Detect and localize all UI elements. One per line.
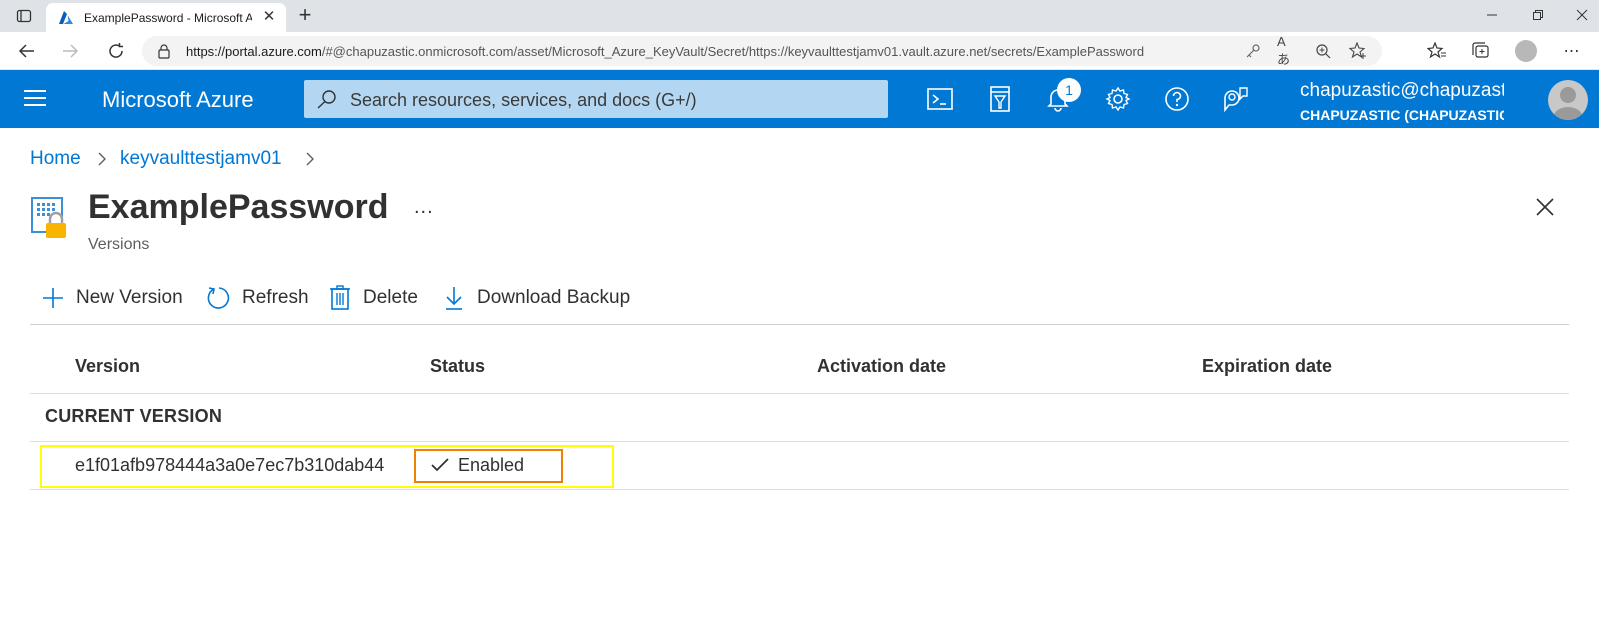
header-divider [30, 393, 1569, 394]
status-badge: Enabled [458, 455, 525, 475]
download-icon [441, 285, 467, 311]
azure-logo-icon [58, 10, 74, 26]
download-backup-button[interactable]: Download Backup [441, 284, 630, 312]
favorites-icon[interactable] [1426, 40, 1448, 62]
lock-icon[interactable] [156, 43, 172, 59]
tab-title: ExamplePassword - Microsoft Azure [84, 11, 252, 25]
breadcrumb-keyvault-link[interactable]: keyvaulttestjamv01 [120, 148, 282, 170]
refresh-button[interactable]: Refresh [206, 284, 309, 312]
read-aloud-icon[interactable]: Aあ [1277, 34, 1295, 67]
delete-button[interactable]: Delete [327, 284, 418, 312]
settings-gear-icon[interactable] [1103, 84, 1133, 114]
add-favorite-icon[interactable] [1349, 42, 1367, 60]
account-user-name[interactable]: chapuzastic@chapuzastic.onmicrosoft.com [1300, 80, 1504, 102]
download-backup-label: Download Backup [477, 287, 631, 308]
group-label-current-version: CURRENT VERSION [45, 406, 223, 426]
url-path: /#@chapuzastic.onmicrosoft.com/asset/Mic… [321, 44, 1145, 59]
command-bar-divider [30, 324, 1569, 325]
collections-icon[interactable] [1470, 40, 1492, 62]
column-header-status[interactable]: Status [430, 356, 485, 377]
chevron-right-icon [96, 150, 108, 168]
url-host: https://portal.azure.com [186, 44, 322, 59]
avatar[interactable] [1548, 80, 1588, 120]
restore-icon[interactable] [1523, 3, 1553, 27]
browser-tab-bar: ExamplePassword - Microsoft Azure ✕ + [0, 0, 1599, 32]
notification-count-badge: 1 [1057, 78, 1081, 102]
close-icon[interactable] [1534, 196, 1556, 218]
back-icon[interactable] [16, 40, 38, 62]
close-tab-icon[interactable]: ✕ [260, 8, 278, 26]
url-text: https://portal.azure.com/#@chapuzastic.o… [186, 44, 1144, 59]
column-header-activation-date[interactable]: Activation date [817, 356, 946, 377]
tab-actions-icon[interactable] [14, 6, 34, 26]
chevron-right-icon [304, 150, 316, 168]
brand-name[interactable]: Microsoft Azure [102, 87, 254, 113]
breadcrumb-home-link[interactable]: Home [30, 148, 81, 170]
key-vault-secret-icon [30, 196, 72, 242]
column-header-version[interactable]: Version [75, 356, 140, 377]
refresh-icon[interactable] [105, 40, 127, 62]
plus-icon [40, 285, 66, 311]
delete-label: Delete [363, 287, 418, 308]
profile-icon[interactable] [1515, 40, 1537, 62]
browser-tab-active[interactable]: ExamplePassword - Microsoft Azure ✕ [46, 3, 286, 32]
refresh-icon [206, 285, 232, 311]
url-input[interactable]: https://portal.azure.com/#@chapuzastic.o… [142, 34, 1382, 67]
row-divider [30, 489, 1569, 490]
version-id-link[interactable]: e1f01afb978444a3a0e7ec7b310dab44 [75, 455, 384, 476]
close-window-icon[interactable] [1567, 3, 1597, 27]
directory-filter-icon[interactable] [985, 84, 1015, 114]
forward-icon[interactable] [59, 40, 81, 62]
new-version-label: New Version [76, 287, 183, 308]
new-version-button[interactable]: New Version [40, 284, 183, 312]
account-tenant-name[interactable]: CHAPUZASTIC (CHAPUZASTIC.ONMICROSOFT.COM… [1300, 107, 1504, 123]
feedback-icon[interactable] [1221, 84, 1251, 114]
search-icon [316, 89, 338, 109]
help-icon[interactable] [1162, 84, 1192, 114]
new-tab-icon[interactable]: + [294, 4, 316, 27]
browser-address-bar: https://portal.azure.com/#@chapuzastic.o… [0, 32, 1599, 70]
minimize-icon[interactable] [1477, 3, 1507, 27]
cloud-shell-icon[interactable] [925, 84, 955, 114]
menu-icon[interactable] [24, 90, 46, 108]
more-options-icon[interactable]: ... [414, 196, 434, 219]
settings-more-icon[interactable]: ⋯ [1561, 40, 1583, 62]
search-input[interactable]: Search resources, services, and docs (G+… [304, 80, 888, 118]
trash-icon [327, 285, 353, 311]
page-title: ExamplePassword [88, 188, 389, 226]
zoom-icon[interactable] [1314, 42, 1332, 60]
group-divider [30, 441, 1569, 442]
column-header-expiration-date[interactable]: Expiration date [1202, 356, 1332, 377]
key-icon[interactable] [1244, 42, 1262, 60]
page-subtitle: Versions [88, 236, 150, 253]
refresh-label: Refresh [242, 287, 309, 308]
checkmark-icon [430, 456, 450, 474]
search-placeholder: Search resources, services, and docs (G+… [350, 90, 697, 110]
